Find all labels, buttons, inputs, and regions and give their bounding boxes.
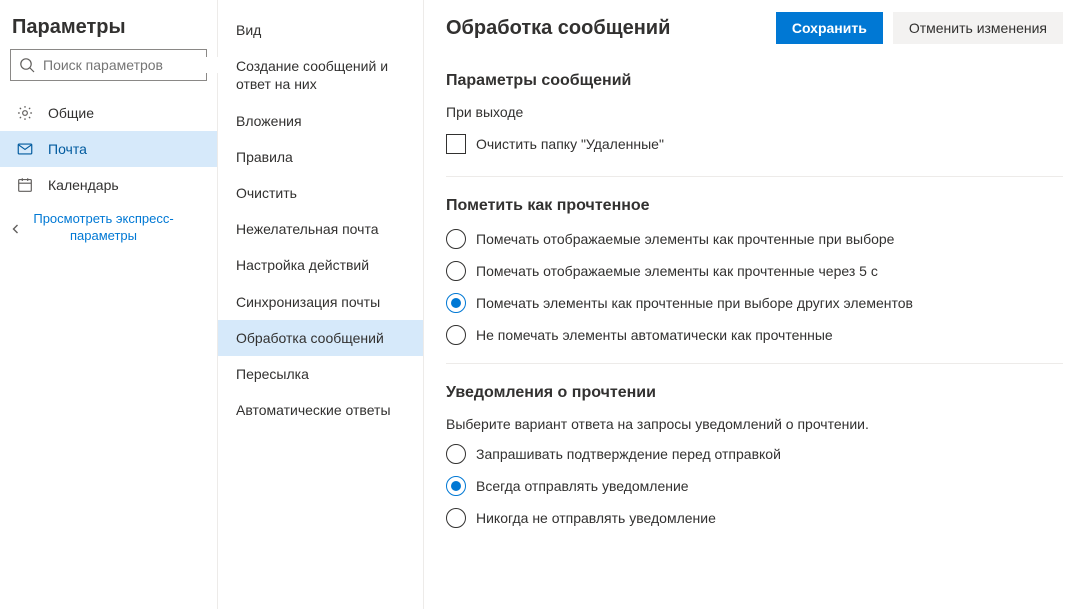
search-container (0, 49, 217, 95)
section-message-options: Параметры сообщений При выходе Очистить … (446, 72, 1063, 177)
subnav-list: ВидСоздание сообщений и ответ на нихВлож… (218, 12, 423, 428)
header-actions: Сохранить Отменить изменения (776, 12, 1063, 44)
radio-label: Не помечать элементы автоматически как п… (476, 327, 833, 343)
sidebar-item-general[interactable]: Общие (0, 95, 217, 131)
radio-label: Помечать отображаемые элементы как прочт… (476, 231, 894, 247)
subnav-item[interactable]: Правила (218, 139, 423, 175)
section-description: Выберите вариант ответа на запросы уведо… (446, 416, 1063, 432)
mark-read-option[interactable]: Помечать отображаемые элементы как прочт… (446, 229, 1063, 249)
mark-read-option[interactable]: Не помечать элементы автоматически как п… (446, 325, 1063, 345)
quick-link-label: Просмотреть экспресс-параметры (32, 211, 175, 245)
radio-label: Помечать элементы как прочтенные при выб… (476, 295, 913, 311)
section-title: Пометить как прочтенное (446, 197, 1063, 215)
section-title: Уведомления о прочтении (446, 384, 1063, 402)
sidebar-item-label: Почта (48, 141, 87, 157)
gear-icon (16, 104, 34, 122)
mark-read-radio-group: Помечать отображаемые элементы как прочт… (446, 229, 1063, 345)
subnav-item[interactable]: Нежелательная почта (218, 211, 423, 247)
subnav-item[interactable]: Пересылка (218, 356, 423, 392)
settings-sidebar: Параметры Общие Почта Календарь Просмотр… (0, 0, 218, 609)
search-input[interactable] (43, 57, 224, 73)
search-box[interactable] (10, 49, 207, 81)
subnav-item[interactable]: Вид (218, 12, 423, 48)
sidebar-item-calendar[interactable]: Календарь (0, 167, 217, 203)
sidebar-nav: Общие Почта Календарь (0, 95, 217, 203)
clear-deleted-label: Очистить папку "Удаленные" (476, 136, 664, 152)
main-header: Обработка сообщений Сохранить Отменить и… (446, 12, 1063, 44)
subnav: ВидСоздание сообщений и ответ на нихВлож… (218, 0, 424, 609)
clear-deleted-checkbox-row[interactable]: Очистить папку "Удаленные" (446, 130, 1063, 158)
subnav-item[interactable]: Синхронизация почты (218, 284, 423, 320)
calendar-icon (16, 176, 34, 194)
section-mark-read: Пометить как прочтенное Помечать отображ… (446, 197, 1063, 364)
save-button[interactable]: Сохранить (776, 12, 883, 44)
radio-label: Никогда не отправлять уведомление (476, 510, 716, 526)
read-receipt-option[interactable]: Никогда не отправлять уведомление (446, 508, 1063, 528)
subnav-item[interactable]: Автоматические ответы (218, 392, 423, 428)
clear-deleted-checkbox[interactable] (446, 134, 466, 154)
subnav-item[interactable]: Очистить (218, 175, 423, 211)
mark-read-option[interactable]: Помечать отображаемые элементы как прочт… (446, 261, 1063, 281)
radio-button[interactable] (446, 293, 466, 313)
mail-icon (16, 140, 34, 158)
main-content: Обработка сообщений Сохранить Отменить и… (424, 0, 1085, 609)
quick-settings-link[interactable]: Просмотреть экспресс-параметры (0, 203, 217, 245)
sidebar-item-label: Календарь (48, 177, 119, 193)
sidebar-title: Параметры (0, 0, 217, 49)
radio-button[interactable] (446, 325, 466, 345)
sidebar-item-label: Общие (48, 105, 94, 121)
subnav-item[interactable]: Настройка действий (218, 247, 423, 283)
read-receipts-radio-group: Запрашивать подтверждение перед отправко… (446, 444, 1063, 528)
mark-read-option[interactable]: Помечать элементы как прочтенные при выб… (446, 293, 1063, 313)
section-read-receipts: Уведомления о прочтении Выберите вариант… (446, 384, 1063, 546)
read-receipt-option[interactable]: Запрашивать подтверждение перед отправко… (446, 444, 1063, 464)
radio-label: Помечать отображаемые элементы как прочт… (476, 263, 878, 279)
section-title: Параметры сообщений (446, 72, 1063, 90)
read-receipt-option[interactable]: Всегда отправлять уведомление (446, 476, 1063, 496)
radio-label: Всегда отправлять уведомление (476, 478, 689, 494)
chevron-left-icon (10, 223, 22, 235)
radio-button[interactable] (446, 261, 466, 281)
subnav-item[interactable]: Создание сообщений и ответ на них (218, 48, 423, 102)
radio-button[interactable] (446, 229, 466, 249)
sidebar-item-mail[interactable]: Почта (0, 131, 217, 167)
radio-button[interactable] (446, 476, 466, 496)
subnav-item[interactable]: Обработка сообщений (218, 320, 423, 356)
search-icon (19, 57, 35, 73)
radio-button[interactable] (446, 508, 466, 528)
subnav-item[interactable]: Вложения (218, 103, 423, 139)
on-exit-label: При выходе (446, 104, 1063, 120)
cancel-button[interactable]: Отменить изменения (893, 12, 1063, 44)
page-title: Обработка сообщений (446, 17, 670, 40)
radio-button[interactable] (446, 444, 466, 464)
radio-label: Запрашивать подтверждение перед отправко… (476, 446, 781, 462)
